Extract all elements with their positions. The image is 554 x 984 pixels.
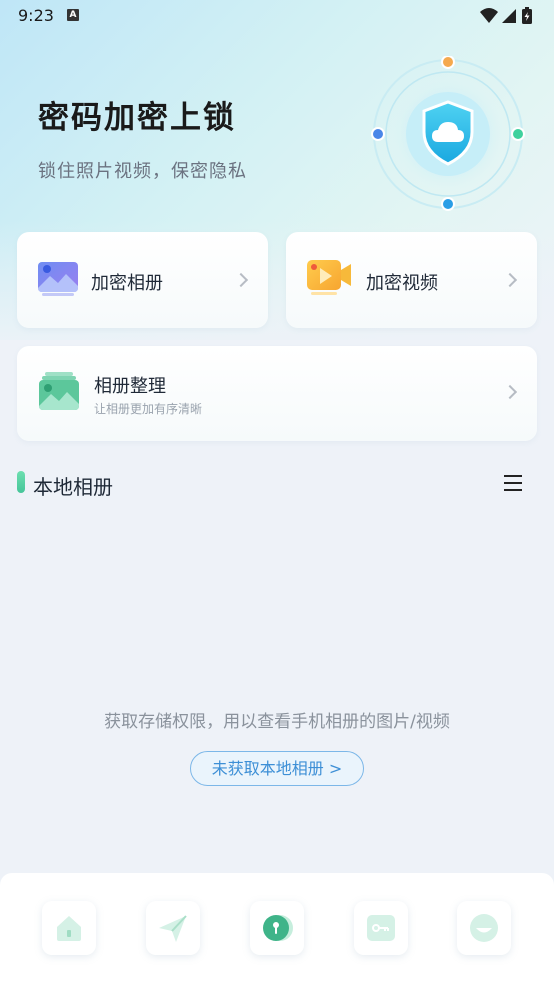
nav-send[interactable] (146, 901, 200, 955)
bottom-nav (0, 873, 554, 984)
nav-profile[interactable] (457, 901, 511, 955)
signal-icon (502, 9, 516, 23)
hero-subtitle: 锁住照片视频，保密隐私 (38, 161, 247, 182)
encrypted-video-card[interactable]: 加密视频 (286, 232, 537, 328)
encrypted-video-label: 加密视频 (366, 273, 438, 294)
status-bar: 9:23 A (0, 0, 554, 32)
encrypted-album-label: 加密相册 (91, 273, 163, 294)
nav-home[interactable] (42, 901, 96, 955)
status-indicator-icon: A (67, 9, 79, 21)
chevron-right-icon (502, 272, 518, 288)
nav-lock[interactable] (250, 901, 304, 955)
section-title: 本地相册 (33, 475, 113, 499)
section-accent-bar (17, 471, 25, 493)
stacked-photos-icon (39, 372, 79, 410)
home-icon (57, 916, 81, 941)
chevron-right-icon (502, 384, 518, 400)
album-organize-sublabel: 让相册更加有序清晰 (94, 402, 203, 416)
battery-charging-icon (522, 7, 532, 24)
hero-title: 密码加密上锁 (38, 100, 236, 136)
album-organize-label: 相册整理 (94, 376, 166, 397)
get-permission-button[interactable]: 未获取本地相册 > (190, 751, 364, 786)
video-camera-icon (307, 260, 351, 295)
cloud-shield-icon (371, 56, 525, 211)
nav-key[interactable] (354, 901, 408, 955)
encrypted-album-card[interactable]: 加密相册 (17, 232, 268, 328)
status-icons (480, 7, 532, 24)
chevron-right-icon (233, 272, 249, 288)
wifi-icon (480, 8, 498, 23)
status-time: 9:23 (18, 6, 54, 25)
paper-plane-icon (159, 915, 187, 942)
menu-icon[interactable] (500, 470, 528, 496)
lock-icon (263, 915, 293, 941)
smile-icon (470, 914, 498, 942)
photo-album-icon (38, 262, 78, 296)
album-organize-card[interactable]: 相册整理 让相册更加有序清晰 (17, 346, 537, 441)
key-icon (367, 915, 395, 941)
empty-state-message: 获取存储权限，用以查看手机相册的图片/视频 (104, 712, 450, 732)
